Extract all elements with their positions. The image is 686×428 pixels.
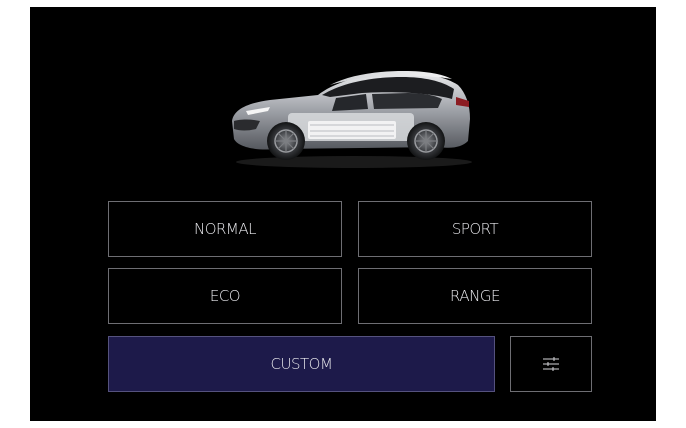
vehicle-illustration (232, 71, 472, 168)
eco-mode-label: ECO (209, 287, 241, 305)
custom-mode-button[interactable]: CUSTOM (108, 336, 495, 392)
range-mode-button[interactable]: RANGE (358, 268, 592, 324)
normal-mode-button[interactable]: NORMAL (108, 201, 342, 257)
sport-mode-label: SPORT (451, 220, 499, 238)
sport-mode-button[interactable]: SPORT (358, 201, 592, 257)
drive-mode-screen: NORMAL SPORT ECO RANGE CUSTOM (30, 7, 656, 421)
range-mode-label: RANGE (450, 287, 500, 305)
custom-mode-label: CUSTOM (270, 355, 333, 373)
normal-mode-label: NORMAL (193, 220, 257, 238)
eco-mode-button[interactable]: ECO (108, 268, 342, 324)
custom-settings-button[interactable] (510, 336, 592, 392)
sliders-icon (543, 357, 559, 371)
